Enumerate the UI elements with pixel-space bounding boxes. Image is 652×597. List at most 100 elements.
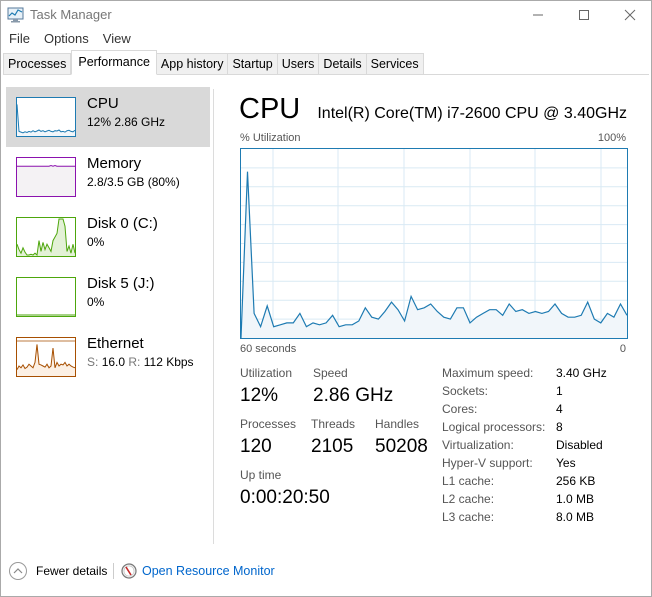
menu-options[interactable]: Options — [37, 29, 96, 49]
sidebar-item-disk5[interactable]: Disk 5 (J:) 0% — [6, 267, 210, 327]
close-icon — [624, 9, 636, 21]
chevron-up-icon — [9, 562, 27, 580]
ethernet-receive-label: R: — [128, 355, 141, 369]
menu-view[interactable]: View — [96, 29, 138, 49]
sidebar-disk0-subtitle: 0% — [87, 235, 105, 249]
sidebar-cpu-subtitle: 12% 2.86 GHz — [87, 115, 166, 129]
spec-value: 8.0 MB — [556, 510, 595, 524]
uptime-label: Up time — [240, 468, 282, 482]
ethernet-thumbnail-area — [17, 344, 75, 376]
sidebar-ethernet-title: Ethernet — [87, 335, 144, 352]
footer-separator — [113, 563, 114, 579]
spec-value: 8 — [556, 420, 563, 434]
spec-label: Sockets: — [442, 384, 489, 398]
spec-label: Cores: — [442, 402, 478, 416]
speed-value: 2.86 GHz — [313, 385, 394, 406]
sidebar-ethernet-subtitle: S: 16.0 R: 112 Kbps — [87, 355, 194, 369]
menu-bar: File Options View — [1, 29, 138, 49]
disk5-thumbnail-graph — [16, 277, 76, 317]
spec-value: Yes — [556, 456, 576, 470]
resource-monitor-icon — [121, 563, 137, 579]
tab-processes[interactable]: Processes — [3, 53, 72, 75]
minimize-icon — [533, 14, 543, 16]
cpu-model-name: Intel(R) Core(TM) i7-2600 CPU @ 3.40GHz — [317, 105, 627, 122]
ethernet-thumbnail-graph — [16, 337, 76, 377]
sidebar-item-disk0[interactable]: Disk 0 (C:) 0% — [6, 207, 210, 267]
tab-services[interactable]: Services — [366, 53, 424, 75]
sidebar-divider — [213, 89, 214, 544]
maximize-icon — [579, 10, 589, 20]
memory-usage-area — [17, 165, 75, 196]
tab-details[interactable]: Details — [319, 53, 367, 75]
maximize-button[interactable] — [561, 1, 607, 29]
spec-label: Hyper-V support: — [442, 456, 533, 470]
spec-label: L3 cache: — [442, 510, 495, 524]
spec-label: Virtualization: — [442, 438, 514, 452]
uptime-value: 0:00:20:50 — [240, 487, 330, 508]
handles-value: 50208 — [375, 436, 428, 457]
processes-value: 120 — [240, 436, 272, 457]
sidebar-item-ethernet[interactable]: Ethernet S: 16.0 R: 112 Kbps — [6, 327, 210, 387]
utilization-label: Utilization — [240, 366, 293, 380]
ethernet-receive-value: 112 Kbps — [143, 355, 194, 369]
cpu-thumbnail-svg — [17, 104, 75, 136]
cpu-graph-svg — [241, 149, 627, 338]
resource-monitor-label: Open Resource Monitor — [142, 564, 275, 578]
spec-value: Disabled — [556, 438, 603, 452]
tab-bar: Processes Performance App history Startu… — [3, 50, 649, 75]
disk0-thumbnail-svg — [17, 218, 75, 256]
tab-startup[interactable]: Startup — [228, 53, 278, 75]
disk0-thumbnail-graph — [16, 217, 76, 257]
spec-value: 256 KB — [556, 474, 596, 488]
window-title: Task Manager — [30, 7, 112, 22]
cpu-thumbnail-graph — [16, 97, 76, 137]
spec-label: Maximum speed: — [442, 366, 534, 380]
task-manager-window: Task Manager File Options View Processes… — [0, 0, 652, 597]
graph-x-left-label: 60 seconds — [240, 343, 297, 355]
fewer-details-label: Fewer details — [36, 564, 108, 578]
memory-thumbnail-graph — [16, 157, 76, 197]
handles-label: Handles — [375, 417, 420, 431]
speed-label: Speed — [313, 366, 348, 380]
cpu-utilization-graph — [240, 148, 628, 339]
ethernet-send-label: S: — [87, 355, 99, 369]
sidebar-item-memory[interactable]: Memory 2.8/3.5 GB (80%) — [6, 147, 210, 207]
spec-label: Logical processors: — [442, 420, 546, 434]
processes-label: Processes — [240, 417, 297, 431]
sidebar-memory-subtitle: 2.8/3.5 GB (80%) — [87, 175, 180, 189]
ethernet-thumbnail-svg — [17, 340, 75, 376]
threads-label: Threads — [311, 417, 356, 431]
cpu-thumbnail-line — [17, 104, 75, 134]
spec-label: L1 cache: — [442, 474, 495, 488]
tab-users[interactable]: Users — [277, 53, 320, 75]
sidebar-disk5-subtitle: 0% — [87, 295, 105, 309]
spec-value: 1.0 MB — [556, 492, 595, 506]
sidebar-disk5-title: Disk 5 (J:) — [87, 275, 155, 292]
spec-value: 4 — [556, 402, 563, 416]
minimize-button[interactable] — [515, 1, 561, 29]
resource-sidebar: CPU 12% 2.86 GHz Memory 2.8/3.5 GB (80%)… — [5, 85, 212, 537]
tab-app-history[interactable]: App history — [156, 53, 229, 75]
title-bar[interactable]: Task Manager — [1, 1, 651, 29]
sidebar-cpu-title: CPU — [87, 95, 119, 112]
spec-value: 3.40 GHz — [556, 366, 607, 380]
graph-y-label: % Utilization — [240, 132, 301, 144]
open-resource-monitor-link[interactable]: Open Resource Monitor — [121, 562, 275, 580]
utilization-value: 12% — [240, 385, 279, 406]
sidebar-disk0-title: Disk 0 (C:) — [87, 215, 158, 232]
close-button[interactable] — [607, 1, 652, 29]
memory-thumbnail-svg — [17, 164, 75, 196]
page-title: CPU — [239, 93, 301, 125]
sidebar-item-cpu[interactable]: CPU 12% 2.86 GHz — [6, 87, 210, 147]
threads-value: 2105 — [311, 436, 354, 457]
menu-file[interactable]: File — [1, 29, 37, 49]
sidebar-memory-title: Memory — [87, 155, 142, 172]
spec-value: 1 — [556, 384, 563, 398]
ethernet-send-value: 16.0 — [101, 355, 126, 369]
graph-y-max-label: 100% — [597, 132, 626, 144]
graph-x-right-label: 0 — [619, 343, 626, 355]
tab-performance[interactable]: Performance — [71, 50, 157, 75]
disk5-thumbnail-svg — [17, 314, 75, 316]
fewer-details-button[interactable]: Fewer details — [9, 562, 107, 580]
task-manager-app-icon — [7, 7, 24, 23]
